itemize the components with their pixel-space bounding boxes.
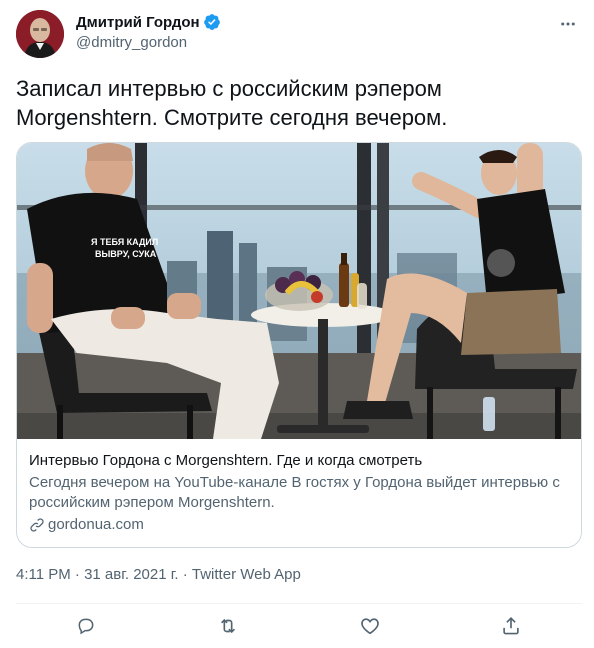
tweet: Дмитрий Гордон @dmitry_gordon Записал ин… bbox=[0, 0, 594, 648]
author-name[interactable]: Дмитрий Гордон bbox=[76, 14, 200, 31]
heart-icon bbox=[361, 618, 379, 635]
link-card[interactable]: Я ТЕБЯ КАДИЛ ВЫВРУ, СУКА Интервью Гордон… bbox=[16, 142, 582, 548]
like-button[interactable] bbox=[356, 612, 384, 640]
tshirt-print: Я ТЕБЯ КАДИЛ bbox=[91, 237, 158, 247]
more-dots-icon[interactable] bbox=[556, 12, 580, 36]
card-image[interactable]: Я ТЕБЯ КАДИЛ ВЫВРУ, СУКА bbox=[17, 143, 581, 439]
share-button[interactable] bbox=[497, 612, 525, 640]
card-description: Сегодня вечером на YouTube-канале В гост… bbox=[29, 474, 560, 511]
retweet-button[interactable] bbox=[214, 612, 242, 640]
reply-icon bbox=[78, 618, 94, 635]
reply-button[interactable] bbox=[72, 612, 100, 640]
card-body: Интервью Гордона с Morgenshtern. Где и к… bbox=[29, 451, 569, 535]
name-row: Дмитрий Гордон bbox=[76, 12, 221, 32]
share-icon bbox=[503, 617, 519, 635]
author-block: Дмитрий Гордон @dmitry_gordon bbox=[76, 12, 221, 51]
divider bbox=[16, 603, 582, 604]
action-bar bbox=[0, 612, 594, 640]
card-domain-text[interactable]: gordonua.com bbox=[48, 515, 144, 535]
svg-text:ВЫВРУ, СУКА: ВЫВРУ, СУКА bbox=[95, 249, 157, 259]
avatar[interactable] bbox=[16, 10, 64, 58]
tweet-timestamp[interactable]: 4:11 PM · 31 авг. 2021 г. · Twitter Web … bbox=[16, 566, 301, 583]
retweet-icon bbox=[220, 618, 236, 634]
author-handle[interactable]: @dmitry_gordon bbox=[76, 34, 221, 51]
card-title[interactable]: Интервью Гордона с Morgenshtern. Где и к… bbox=[29, 451, 569, 471]
card-domain[interactable]: gordonua.com bbox=[29, 515, 569, 535]
verified-badge-icon bbox=[203, 13, 221, 31]
link-icon bbox=[30, 518, 44, 532]
tweet-text: Записал интервью с российским рэпером Mo… bbox=[16, 76, 448, 130]
